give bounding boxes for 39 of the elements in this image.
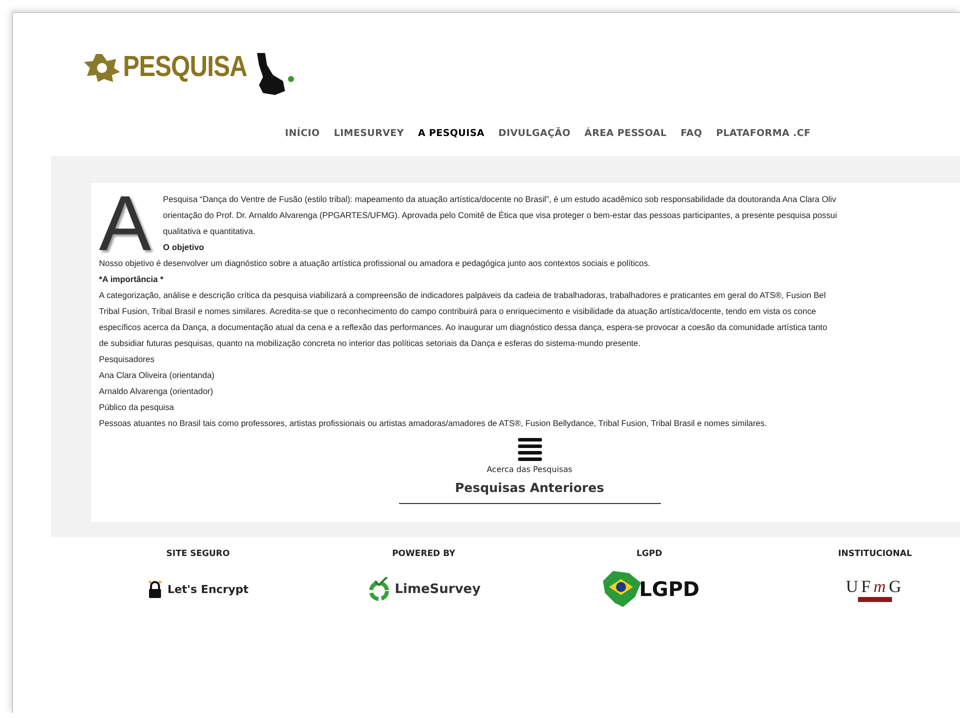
section-title: Pesquisas Anteriores <box>454 480 604 495</box>
paragraph-line: Tribal Fusion, Tribal Brasil e nomes similares. Acredita-se que o reconhecimento do campo contribuirá para o enriquecimento e visibilidade da atuação artística/docente, tendo em vista os conce <box>99 305 818 318</box>
paragraph-line: A categorização, análise e descrição crítica da pesquisa viabilizará a compreensão de indicadores palpáveis da cadeia de trabalhadoras, trabalhadores e praticantes em geral do ATS®, Fusion Bel <box>99 289 827 302</box>
logo-text: LGPD <box>639 577 700 601</box>
ring-logo-icon <box>366 577 391 601</box>
paragraph-line: específicos acerca da Dança, a documentação atual da cena e a reflexão das performances. Ao inaugurar um diagnóstico dessa dança, espera-se provocar a coesão da comunidade artística tanto <box>99 321 828 334</box>
paragraph-line: de subsidiar futuras pesquisas, quanto na mobilização concreta no interior das políticas setoriais da Dança e esferas do sistema-mundo presente. <box>99 337 642 350</box>
paragraph-line: qualitativa e quantitativa. <box>163 225 256 238</box>
nav-link[interactable]: ÁREA PESSOAL <box>584 128 667 139</box>
nav-link[interactable]: A PESQUISA <box>418 128 484 139</box>
padlock-icon <box>147 580 164 598</box>
paragraph-line: Público da pesquisa <box>99 401 175 414</box>
paragraph-line: Pesquisa “Dança do Ventre de Fusão (estilo tribal): mapeamento da atuação artística/docente no Brasil”, é um estudo acadêmico sob responsabilidade da doutoranda Ana Clara Oliv <box>163 193 837 206</box>
paragraph-line: Pesquisadores <box>99 353 156 366</box>
logo-text: PESQUISA <box>123 51 247 84</box>
nav-link[interactable]: INÍCIO <box>285 128 320 139</box>
nav-link[interactable]: DIVULGAÇÃO <box>498 128 571 139</box>
logo-text: LimeSurvey <box>394 582 481 596</box>
footer-heading: POWERED BY <box>392 549 456 559</box>
paragraph-line: Arnaldo Alvarenga (orientador) <box>99 385 214 398</box>
footer-heading: INSTITUCIONAL <box>838 549 912 559</box>
logo-text: UF m G <box>846 576 904 596</box>
menu-icon[interactable] <box>518 437 542 461</box>
nav-link[interactable]: PLATAFORMA .CF <box>716 128 811 139</box>
footer-heading: LGPD <box>636 549 662 559</box>
paragraph-line: Pessoas atuantes no Brasil tais como professores, artistas profissionais ou artistas amadoras/amadores de ATS®, Fusion Bellydance, Tribal Fusion, Tribal Brasil e nomes similares. <box>99 417 768 430</box>
paragraph-line: Ana Clara Oliveira (orientanda) <box>99 369 216 382</box>
section-heading: *A importância * <box>99 273 164 286</box>
ornament-icon <box>83 53 121 83</box>
logo-text: Let's Encrypt <box>167 582 249 596</box>
nav-link[interactable]: FAQ <box>680 128 702 139</box>
drop-cap: A <box>99 191 152 255</box>
nav-link[interactable]: LIMESURVEY <box>334 128 404 139</box>
section-heading: O objetivo <box>163 241 205 254</box>
paragraph-line: orientação do Prof. Dr. Arnaldo Alvarenga (PPGARTES/UFMG). Aprovada pelo Comitê de Ética que visa proteger o bem-estar das pessoas participantes, a presente pesquisa possui <box>163 209 837 222</box>
footer-heading: SITE SEGURO <box>166 549 230 559</box>
menu-label[interactable]: Acerca das Pesquisas <box>486 465 572 474</box>
bar-icon <box>858 596 892 602</box>
paragraph-line: Nosso objetivo é desenvolver um diagnóstico sobre a atuação artística profissional ou amadora e pedagógica junto aos contextos sociais e políticos. <box>99 257 652 270</box>
